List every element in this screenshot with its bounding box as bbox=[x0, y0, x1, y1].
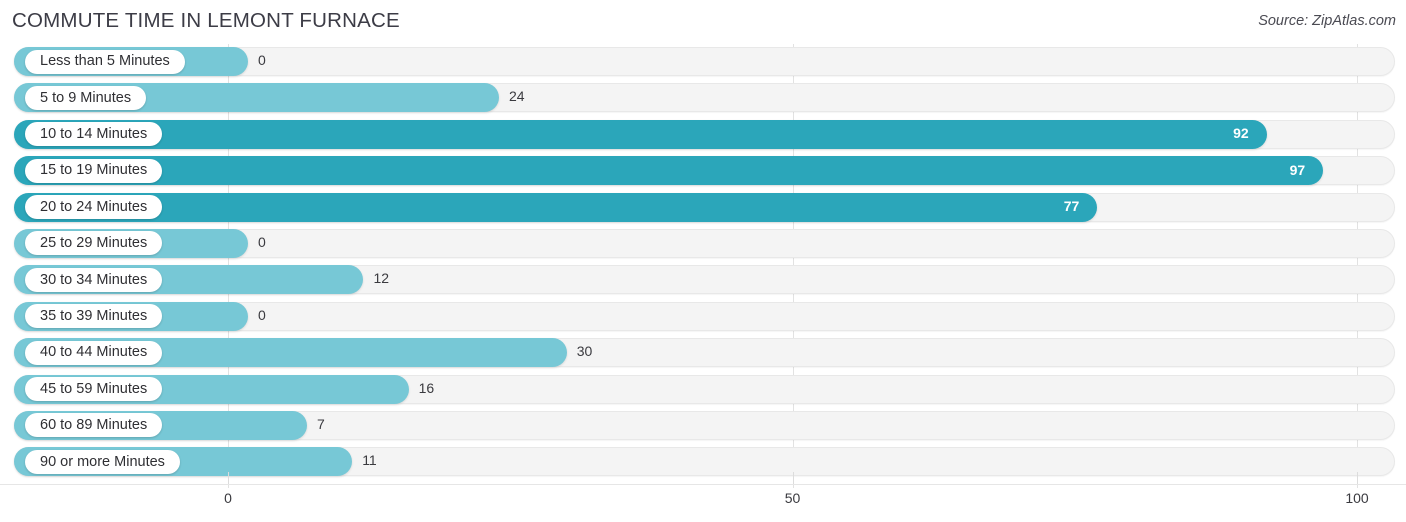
axis-tick-mark bbox=[228, 472, 229, 484]
bar-fill[interactable] bbox=[14, 119, 1267, 149]
bar-fill[interactable] bbox=[14, 156, 1324, 186]
bar-row[interactable]: Less than 5 Minutes 0 bbox=[0, 44, 1406, 80]
bar-fill[interactable] bbox=[14, 192, 1098, 222]
bar-category-label: 90 or more Minutes bbox=[25, 449, 180, 474]
bar-value-label: 0 bbox=[258, 233, 266, 250]
bar-value-label: 92 bbox=[1233, 125, 1249, 142]
bar-value-label: 0 bbox=[258, 52, 266, 68]
bar-row[interactable]: 40 to 44 Minutes 30 bbox=[0, 335, 1406, 371]
bar-row[interactable]: 20 to 24 Minutes 77 bbox=[0, 190, 1406, 226]
bar-category-label: Less than 5 Minutes bbox=[25, 49, 185, 74]
bar-category-label: 25 to 29 Minutes bbox=[25, 231, 163, 256]
bar-category-label: 60 to 89 Minutes bbox=[25, 413, 163, 438]
axis-tick-label: 0 bbox=[224, 490, 232, 506]
bar-value-label: 16 bbox=[418, 379, 435, 396]
bar-value-label: 97 bbox=[1289, 161, 1306, 178]
axis-tick-mark bbox=[792, 472, 794, 484]
bar-category-label-text: 5 to 9 Minutes bbox=[40, 89, 132, 106]
source-attribution: Source: ZipAtlas.com bbox=[1258, 13, 1396, 29]
bar-row[interactable]: 10 to 14 Minutes 92 bbox=[0, 117, 1406, 153]
bar-value-label: 77 bbox=[1063, 198, 1080, 215]
bar-row[interactable]: 90 or more Minutes 11 bbox=[0, 444, 1406, 480]
bar-category-label-text: 20 to 24 Minutes bbox=[40, 198, 148, 215]
bar-category-label: 20 to 24 Minutes bbox=[25, 195, 163, 220]
bar-category-label-text: 60 to 89 Minutes bbox=[40, 417, 148, 434]
bar-value-label: 24 bbox=[508, 88, 525, 105]
bar-category-label: 10 to 14 Minutes bbox=[25, 122, 163, 147]
bar-row[interactable]: 25 to 29 Minutes 0 bbox=[0, 226, 1406, 262]
bar-row[interactable]: 5 to 9 Minutes 24 bbox=[0, 80, 1406, 116]
bar-row[interactable]: 15 to 19 Minutes 97 bbox=[0, 153, 1406, 189]
bar-category-label-text: 90 or more Minutes bbox=[40, 453, 165, 470]
bar-category-label-text: 35 to 39 Minutes bbox=[40, 307, 148, 324]
axis-tick-label: 50 bbox=[784, 490, 801, 506]
chart-container: COMMUTE TIME IN LEMONT FURNACE Source: Z… bbox=[0, 0, 1406, 522]
bar-category-label: 40 to 44 Minutes bbox=[25, 340, 163, 365]
bar-category-label-text: 15 to 19 Minutes bbox=[40, 162, 148, 179]
bar-value-label: 0 bbox=[258, 306, 266, 323]
bar-category-label: 5 to 9 Minutes bbox=[25, 85, 147, 110]
bar-category-label-text: 30 to 34 Minutes bbox=[40, 271, 148, 288]
axis-separator bbox=[0, 484, 1406, 485]
bar-category-label-text: 45 to 59 Minutes bbox=[40, 380, 148, 397]
bar-value-label: 30 bbox=[576, 343, 593, 360]
axis-tick-label: 100 bbox=[1345, 490, 1369, 506]
plot-area: Less than 5 Minutes 0 5 to 9 Minutes 24 10 t… bbox=[0, 44, 1406, 488]
bar-category-label: 30 to 34 Minutes bbox=[25, 267, 163, 292]
axis-tick-mark bbox=[1357, 472, 1358, 484]
bar-category-label-text: 40 to 44 Minutes bbox=[40, 344, 148, 361]
bar-category-label: 35 to 39 Minutes bbox=[25, 304, 163, 329]
bar-value-label: 11 bbox=[362, 452, 377, 469]
page-title: COMMUTE TIME IN LEMONT FURNACE bbox=[12, 9, 400, 32]
bar-category-label: 15 to 19 Minutes bbox=[25, 158, 163, 183]
bar-value-label: 12 bbox=[373, 270, 390, 287]
bar-category-label-text: Less than 5 Minutes bbox=[40, 53, 170, 70]
bar-category-label-text: 25 to 29 Minutes bbox=[40, 235, 148, 252]
bar-category-label-text: 10 to 14 Minutes bbox=[40, 126, 148, 143]
bar-category-label: 45 to 59 Minutes bbox=[25, 377, 163, 402]
bar-row[interactable]: 60 to 89 Minutes 7 bbox=[0, 408, 1406, 444]
bar-row[interactable]: 35 to 39 Minutes 0 bbox=[0, 299, 1406, 335]
bar-rows: Less than 5 Minutes 0 5 to 9 Minutes 24 10 t… bbox=[0, 44, 1406, 481]
bar-row[interactable]: 30 to 34 Minutes 12 bbox=[0, 262, 1406, 298]
bar-value-label: 7 bbox=[317, 415, 325, 432]
bar-row[interactable]: 45 to 59 Minutes 16 bbox=[0, 372, 1406, 408]
x-axis: 0 50 100 bbox=[0, 472, 1406, 522]
